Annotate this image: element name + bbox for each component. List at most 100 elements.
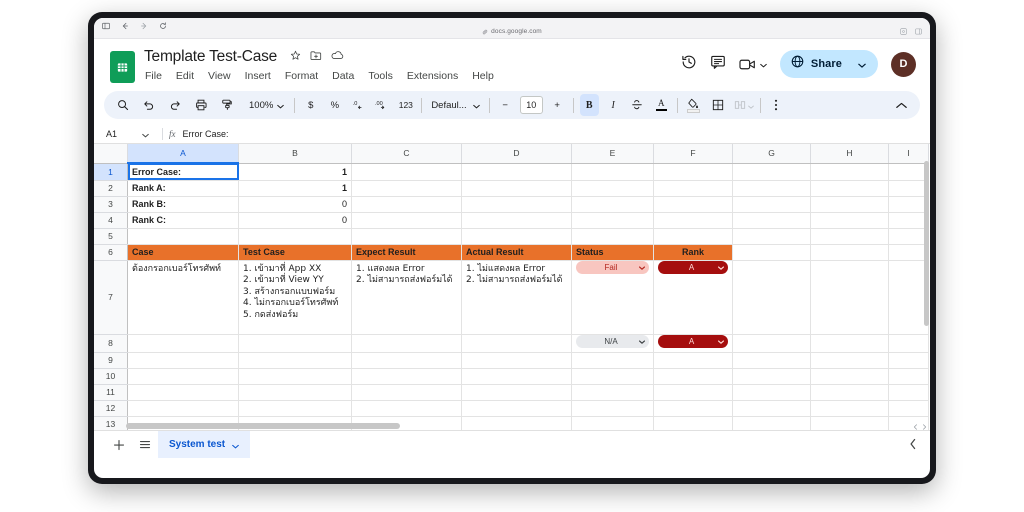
cell-e4[interactable] <box>571 212 654 229</box>
cell-h4[interactable] <box>810 212 889 229</box>
cell-b3[interactable]: 0 <box>238 196 352 213</box>
cell-g1[interactable] <box>732 163 811 181</box>
cell-g4[interactable] <box>732 212 811 229</box>
cell-c9[interactable] <box>351 352 462 369</box>
column-header-d[interactable]: D <box>461 144 572 164</box>
cell-a9[interactable] <box>127 352 239 369</box>
cell-h12[interactable] <box>810 400 889 417</box>
cell-g3[interactable] <box>732 196 811 213</box>
row-header-10[interactable]: 10 <box>94 368 128 385</box>
cell-c3[interactable] <box>351 196 462 213</box>
horizontal-scrollbar-thumb[interactable] <box>126 423 400 429</box>
cell-h1[interactable] <box>810 163 889 181</box>
cell-a2[interactable]: Rank A: <box>127 180 239 197</box>
comment-icon[interactable] <box>710 54 726 75</box>
row-header-13[interactable]: 13 <box>94 416 128 430</box>
document-title[interactable]: Template Test-Case <box>144 47 277 66</box>
cell-c7-expect-result[interactable]: 1. แสดงผล Error 2. ไม่สามารถส่งฟอร์มได้ <box>351 260 462 335</box>
cell-g12[interactable] <box>732 400 811 417</box>
row-header-2[interactable]: 2 <box>94 180 128 197</box>
text-color-button[interactable]: A <box>652 94 671 116</box>
header-status[interactable]: Status <box>571 244 654 261</box>
cell-g2[interactable] <box>732 180 811 197</box>
chevron-down-icon[interactable] <box>747 96 754 114</box>
cell-f1[interactable] <box>653 163 733 181</box>
cell-e10[interactable] <box>571 368 654 385</box>
cell-a1[interactable]: Error Case: <box>127 163 239 181</box>
sheet-tab-system-test[interactable]: System test <box>158 431 251 458</box>
menu-tools[interactable]: Tools <box>367 69 394 84</box>
bold-button[interactable]: B <box>579 94 599 116</box>
column-header-c[interactable]: C <box>351 144 462 164</box>
cell-f4[interactable] <box>653 212 733 229</box>
move-to-folder-icon[interactable] <box>310 48 322 66</box>
cell-f8-rank[interactable]: A <box>653 334 733 353</box>
cell-c8[interactable] <box>351 334 462 353</box>
merge-cells-icon[interactable] <box>734 94 754 116</box>
row-header-7[interactable]: 7 <box>94 260 128 335</box>
cell-g6[interactable] <box>732 244 811 261</box>
cell-f11[interactable] <box>653 384 733 401</box>
cell-e11[interactable] <box>571 384 654 401</box>
chevron-down-icon[interactable] <box>639 337 645 346</box>
fill-color-icon[interactable] <box>684 94 703 116</box>
header-test-case[interactable]: Test Case <box>238 244 352 261</box>
chevron-down-icon[interactable] <box>472 96 480 114</box>
star-icon[interactable] <box>290 48 301 66</box>
menu-edit[interactable]: Edit <box>175 69 195 84</box>
cell-d7-actual-result[interactable]: 1. ไม่แสดงผล Error 2. ไม่สามารถส่งฟอร์มไ… <box>461 260 572 335</box>
share-button[interactable]: Share <box>779 50 878 78</box>
cell-a12[interactable] <box>127 400 239 417</box>
cell-f2[interactable] <box>653 180 733 197</box>
decrease-decimal-button[interactable]: .0 <box>349 94 368 116</box>
cell-h5[interactable] <box>810 228 889 245</box>
rank-chip-a[interactable]: A <box>658 334 728 348</box>
menu-extensions[interactable]: Extensions <box>406 69 459 84</box>
cloud-saved-icon[interactable] <box>331 48 344 66</box>
cell-d11[interactable] <box>461 384 572 401</box>
status-chip-na[interactable]: N/A <box>576 334 649 348</box>
cell-a3[interactable]: Rank B: <box>127 196 239 213</box>
strikethrough-button[interactable] <box>628 94 647 116</box>
increase-decimal-button[interactable]: .00 <box>372 94 391 116</box>
cell-b11[interactable] <box>238 384 352 401</box>
menu-help[interactable]: Help <box>471 69 495 84</box>
cell-a5[interactable] <box>127 228 239 245</box>
cell-e7-status[interactable]: Fail <box>571 260 654 335</box>
paint-format-icon[interactable] <box>217 94 236 116</box>
row-header-6[interactable]: 6 <box>94 244 128 261</box>
vertical-scrollbar-thumb[interactable] <box>924 161 929 326</box>
chevron-down-icon[interactable] <box>718 263 724 272</box>
column-header-h[interactable]: H <box>810 144 889 164</box>
zoom-selector[interactable]: 100% <box>245 96 288 114</box>
share-chevron-down-icon[interactable] <box>858 55 866 73</box>
cell-c4[interactable] <box>351 212 462 229</box>
cell-d10[interactable] <box>461 368 572 385</box>
redo-icon[interactable] <box>165 94 184 116</box>
status-chip-fail[interactable]: Fail <box>576 260 649 274</box>
cell-c5[interactable] <box>351 228 462 245</box>
split-view-icon[interactable] <box>915 22 922 40</box>
cell-a10[interactable] <box>127 368 239 385</box>
percent-format-button[interactable]: % <box>325 94 344 116</box>
cell-d5[interactable] <box>461 228 572 245</box>
menu-format[interactable]: Format <box>284 69 319 84</box>
cell-f5[interactable] <box>653 228 733 245</box>
formula-input[interactable]: Error Case: <box>183 129 229 139</box>
cell-f12[interactable] <box>653 400 733 417</box>
cell-f3[interactable] <box>653 196 733 213</box>
row-header-3[interactable]: 3 <box>94 196 128 213</box>
select-all-corner[interactable] <box>94 144 128 164</box>
row-header-1[interactable]: 1 <box>94 163 128 181</box>
print-icon[interactable] <box>191 94 210 116</box>
cell-h7[interactable] <box>810 260 889 335</box>
cell-a11[interactable] <box>127 384 239 401</box>
cell-d1[interactable] <box>461 163 572 181</box>
cell-g9[interactable] <box>732 352 811 369</box>
cell-h9[interactable] <box>810 352 889 369</box>
borders-icon[interactable] <box>709 94 728 116</box>
extensions-icon[interactable] <box>900 22 907 40</box>
cell-h8[interactable] <box>810 334 889 353</box>
cell-h3[interactable] <box>810 196 889 213</box>
cell-d8[interactable] <box>461 334 572 353</box>
